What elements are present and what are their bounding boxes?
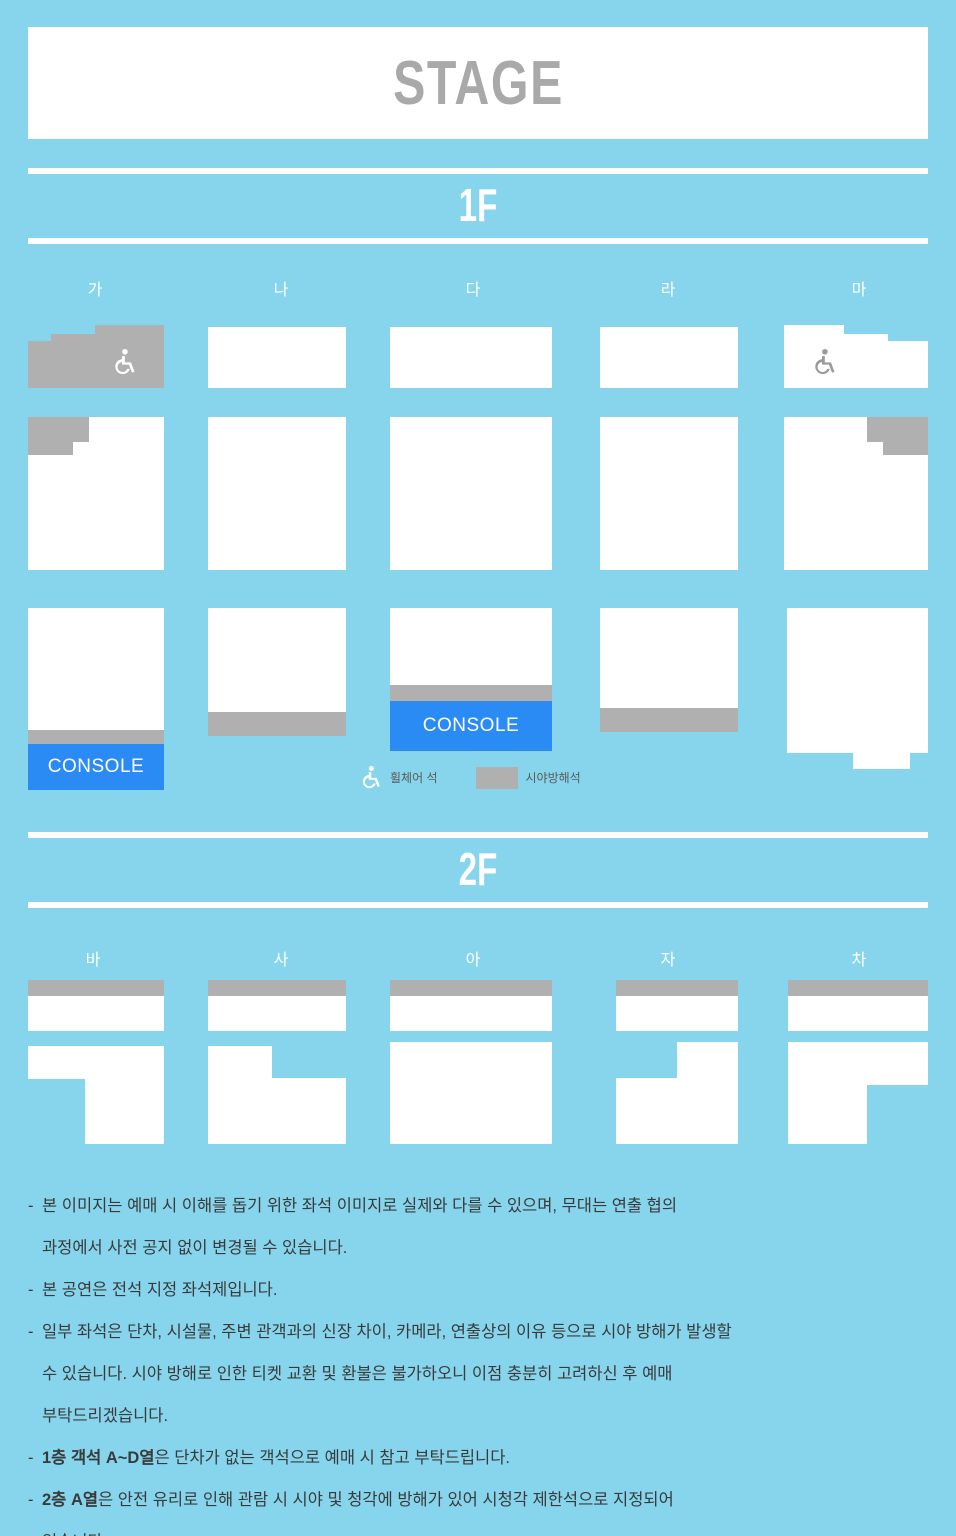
notice-line: 본 이미지는 예매 시 이해를 돕기 위한 좌석 이미지로 실제와 다를 수 있… bbox=[42, 1197, 678, 1215]
wheelchair-icon-ga bbox=[115, 348, 135, 375]
console-center[interactable]: CONSOLE bbox=[390, 701, 552, 751]
notice-text: 2층 A열은 안전 유리로 인해 관람 시 시야 및 청각에 방해가 있어 시청… bbox=[42, 1479, 938, 1536]
legend-obstructed-label: 시야방해석 bbox=[525, 771, 581, 785]
section-label-cha: 차 bbox=[851, 952, 867, 969]
console-left[interactable]: CONSOLE bbox=[28, 744, 164, 790]
section-label-ba: 바 bbox=[85, 952, 101, 969]
seat-block-a-2[interactable] bbox=[390, 1042, 552, 1144]
notice-item: - 1층 객석 A~D열은 단차가 없는 객석으로 예매 시 참고 부탁드립니다… bbox=[28, 1437, 938, 1479]
obstructed-bar-ja-1 bbox=[616, 980, 738, 996]
obstructed-bar-na-3 bbox=[208, 712, 346, 736]
notice-item: - 일부 좌석은 단차, 시설물, 주변 관객과의 신장 차이, 카메라, 연출… bbox=[28, 1311, 938, 1437]
floor-banner-1f: 1F bbox=[28, 168, 928, 244]
seat-block-ja-2-bottom[interactable] bbox=[616, 1078, 738, 1144]
notice-text: 일부 좌석은 단차, 시설물, 주변 관객과의 신장 차이, 카메라, 연출상의… bbox=[42, 1311, 938, 1437]
seat-block-a-1[interactable] bbox=[390, 996, 552, 1031]
section-label-a: 아 bbox=[465, 952, 481, 969]
section-label-ma: 마 bbox=[851, 282, 867, 299]
seat-block-sa-2-bottom[interactable] bbox=[208, 1078, 346, 1144]
seat-block-ma-1-step2[interactable] bbox=[784, 325, 844, 347]
notice-dash: - bbox=[28, 1491, 34, 1509]
notice-emphasis: 1층 객석 A~D열 bbox=[42, 1449, 155, 1467]
stage-area: STAGE bbox=[28, 27, 928, 139]
floor-banner-2f: 2F bbox=[28, 832, 928, 908]
seat-block-ra-3[interactable] bbox=[600, 608, 738, 708]
notice-text: 본 이미지는 예매 시 이해를 돕기 위한 좌석 이미지로 실제와 다를 수 있… bbox=[42, 1185, 938, 1269]
divider-bottom-2f bbox=[28, 902, 928, 908]
wheelchair-icon-legend bbox=[362, 766, 380, 789]
seat-block-ja-1[interactable] bbox=[616, 996, 738, 1031]
stage-label: STAGE bbox=[392, 48, 564, 118]
legend: 휠체어 석 시야방해석 bbox=[360, 765, 581, 790]
obstructed-bar-cha-1 bbox=[788, 980, 928, 996]
seat-block-na-2[interactable] bbox=[208, 417, 346, 570]
legend-obstructed-swatch bbox=[475, 766, 518, 789]
seat-block-ga-1-step2[interactable] bbox=[95, 325, 164, 347]
obstructed-bar-a-1 bbox=[390, 980, 552, 996]
seat-block-cha-2-bottom[interactable] bbox=[788, 1078, 867, 1144]
seat-block-ba-2-bottom[interactable] bbox=[85, 1079, 164, 1144]
obstructed-bar-da-3 bbox=[390, 685, 552, 701]
legend-wheelchair-label: 휠체어 석 bbox=[390, 771, 438, 785]
seating-chart-page: STAGE 1F 가 나 다 라 마 CONSOLE CONSOLE 휠체어 석… bbox=[0, 0, 956, 1536]
obstructed-bar-ra-3 bbox=[600, 708, 738, 732]
wheelchair-icon-ma bbox=[815, 348, 835, 375]
seat-block-ma-3[interactable] bbox=[787, 608, 928, 753]
notice-line: 부탁드리겠습니다. bbox=[42, 1407, 169, 1425]
section-label-da: 다 bbox=[465, 282, 481, 299]
divider-bottom-1f bbox=[28, 238, 928, 244]
seat-block-ga-3[interactable] bbox=[28, 608, 164, 730]
notice-text: 1층 객석 A~D열은 단차가 없는 객석으로 예매 시 참고 부탁드립니다. bbox=[42, 1437, 938, 1479]
seat-block-sa-1[interactable] bbox=[208, 996, 346, 1031]
obstructed-bar-ba-1 bbox=[28, 980, 164, 996]
floor-label-1f: 1F bbox=[458, 179, 498, 231]
floor-label-2f: 2F bbox=[458, 843, 498, 895]
section-label-sa: 사 bbox=[273, 952, 289, 969]
obstructed-area-ga-2b bbox=[28, 417, 89, 442]
notice-line: 일부 좌석은 단차, 시설물, 주변 관객과의 신장 차이, 카메라, 연출상의… bbox=[42, 1323, 732, 1341]
notice-line: 은 단차가 없는 객석으로 예매 시 참고 부탁드립니다. bbox=[154, 1449, 511, 1467]
seat-block-da-3[interactable] bbox=[390, 608, 552, 685]
seat-block-da-1[interactable] bbox=[390, 327, 552, 388]
notice-line: 본 공연은 전석 지정 좌석제입니다. bbox=[42, 1281, 278, 1299]
seat-block-ba-2-top[interactable] bbox=[28, 1046, 164, 1079]
obstructed-bar-sa-1 bbox=[208, 980, 346, 996]
seat-block-na-1[interactable] bbox=[208, 327, 346, 388]
section-label-ra: 라 bbox=[660, 282, 676, 299]
seat-block-ba-1[interactable] bbox=[28, 996, 164, 1031]
notice-line: 과정에서 사전 공지 없이 변경될 수 있습니다. bbox=[42, 1239, 348, 1257]
seat-block-ma-1-lower[interactable] bbox=[784, 341, 928, 388]
notice-line: 수 있습니다. 시야 방해로 인한 티켓 교환 및 환불은 불가하오니 이점 충… bbox=[42, 1365, 673, 1383]
notice-dash: - bbox=[28, 1323, 34, 1341]
obstructed-bar-ga-3 bbox=[28, 730, 164, 744]
notice-emphasis: 2층 A열 bbox=[42, 1491, 99, 1509]
seat-block-ra-1[interactable] bbox=[600, 327, 738, 388]
section-label-ja: 자 bbox=[660, 952, 676, 969]
obstructed-area-ma-2b bbox=[867, 417, 928, 442]
seat-block-da-2[interactable] bbox=[390, 417, 552, 570]
section-label-na: 나 bbox=[273, 282, 289, 299]
seat-block-ma-3-tab[interactable] bbox=[853, 753, 910, 769]
notice-dash: - bbox=[28, 1281, 34, 1299]
seat-block-cha-1[interactable] bbox=[788, 996, 928, 1031]
notice-text: 본 공연은 전석 지정 좌석제입니다. bbox=[42, 1269, 938, 1311]
notice-line: 은 안전 유리로 인해 관람 시 시야 및 청각에 방해가 있어 시청각 제한석… bbox=[98, 1491, 674, 1509]
notice-dash: - bbox=[28, 1197, 34, 1215]
notice-list: - 본 이미지는 예매 시 이해를 돕기 위한 좌석 이미지로 실제와 다를 수… bbox=[28, 1185, 938, 1536]
notice-dash: - bbox=[28, 1449, 34, 1467]
seat-block-ra-2[interactable] bbox=[600, 417, 738, 570]
section-label-ga: 가 bbox=[87, 282, 103, 299]
notice-item: - 본 공연은 전석 지정 좌석제입니다. bbox=[28, 1269, 938, 1311]
notice-item: - 본 이미지는 예매 시 이해를 돕기 위한 좌석 이미지로 실제와 다를 수… bbox=[28, 1185, 938, 1269]
seat-block-na-3[interactable] bbox=[208, 608, 346, 712]
seat-block-ga-1-lower[interactable] bbox=[28, 341, 164, 388]
notice-item: - 2층 A열은 안전 유리로 인해 관람 시 시야 및 청각에 방해가 있어 … bbox=[28, 1479, 938, 1536]
